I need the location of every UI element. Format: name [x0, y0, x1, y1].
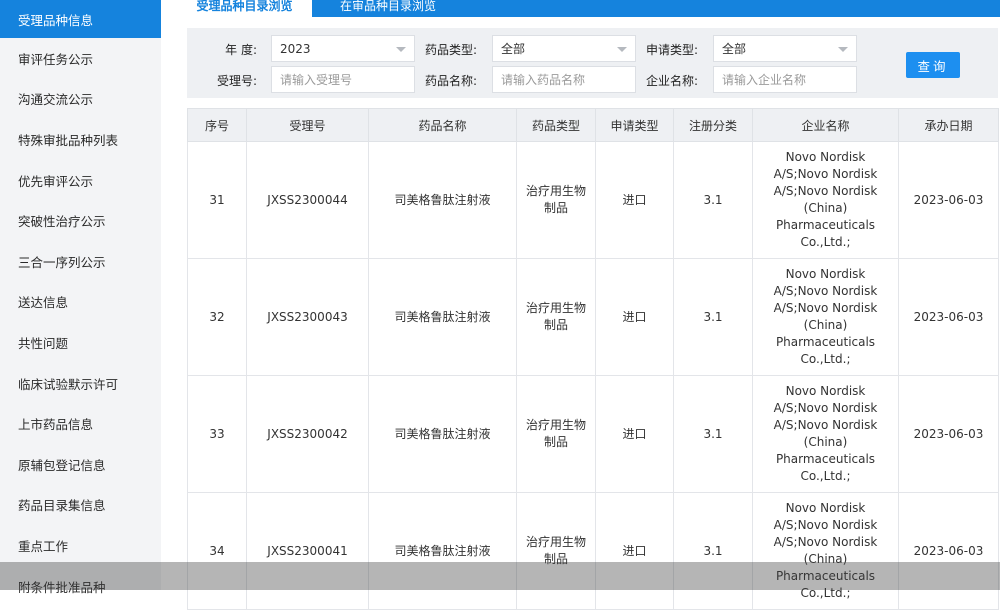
sidebar-item-special-approval[interactable]: 特殊审批品种列表: [0, 119, 161, 160]
sidebar-item-priority-review[interactable]: 优先审评公示: [0, 160, 161, 201]
cell-no: 33: [187, 375, 247, 493]
table-row[interactable]: 33 JXSS2300042 司美格鲁肽注射液 治疗用生物制品 进口 3.1 N…: [187, 375, 999, 493]
cell-date: 2023-06-03: [898, 141, 999, 259]
sidebar-item-breakthrough-therapy[interactable]: 突破性治疗公示: [0, 200, 161, 241]
table-row[interactable]: 34 JXSS2300041 司美格鲁肽注射液 治疗用生物制品 进口 3.1 N…: [187, 492, 999, 610]
query-button[interactable]: 查询: [906, 52, 960, 78]
cell-drug-type: 治疗用生物制品: [516, 258, 596, 376]
company-label: 企业名称:: [645, 74, 698, 88]
cell-accept-no: JXSS2300044: [246, 141, 369, 259]
sidebar-item-delivery-info[interactable]: 送达信息: [0, 282, 161, 323]
cell-reg-class: 3.1: [673, 258, 753, 376]
cell-accept-no: JXSS2300041: [246, 492, 369, 610]
col-header-reg-class[interactable]: 注册分类: [673, 108, 753, 142]
sidebar-item-review-tasks[interactable]: 审评任务公示: [0, 38, 161, 79]
cell-drug-type: 治疗用生物制品: [516, 492, 596, 610]
accept-no-label: 受理号:: [216, 74, 257, 88]
tab-bar: 受理品种目录浏览 在审品种目录浏览: [177, 0, 1000, 17]
tab-accepted-catalog[interactable]: 受理品种目录浏览: [177, 0, 312, 17]
cell-apply-type: 进口: [595, 141, 674, 259]
results-table: 序号 受理号 药品名称 药品类型 申请类型 注册分类 企业名称 承办日期 31 …: [187, 108, 999, 610]
sidebar-item-excipient-registration[interactable]: 原辅包登记信息: [0, 444, 161, 485]
sidebar-item-three-in-one[interactable]: 三合一序列公示: [0, 241, 161, 282]
cell-date: 2023-06-03: [898, 375, 999, 493]
sidebar-item-common-issues[interactable]: 共性问题: [0, 322, 161, 363]
cell-drug-name: 司美格鲁肽注射液: [368, 258, 517, 376]
cell-company: Novo Nordisk A/S;Novo Nordisk A/S;Novo N…: [752, 492, 899, 610]
drug-type-select[interactable]: 全部: [492, 35, 636, 62]
col-header-accept-no[interactable]: 受理号: [246, 108, 369, 142]
cell-no: 34: [187, 492, 247, 610]
table-header-row: 序号 受理号 药品名称 药品类型 申请类型 注册分类 企业名称 承办日期: [187, 108, 999, 142]
filter-panel: 年 度: 2023 药品类型: 全部 申请类型: 全部 受理号: 请输入受理号 …: [187, 28, 998, 98]
col-header-company[interactable]: 企业名称: [752, 108, 899, 142]
apply-type-select[interactable]: 全部: [713, 35, 857, 62]
col-header-no[interactable]: 序号: [187, 108, 247, 142]
cell-drug-type: 治疗用生物制品: [516, 375, 596, 493]
tab-under-review-catalog[interactable]: 在审品种目录浏览: [340, 0, 436, 17]
apply-type-select-value: 全部: [722, 42, 747, 56]
cell-no: 31: [187, 141, 247, 259]
cell-reg-class: 3.1: [673, 375, 753, 493]
col-header-drug-name[interactable]: 药品名称: [368, 108, 517, 142]
apply-type-label: 申请类型:: [645, 43, 698, 57]
sidebar-item-drug-catalog[interactable]: 药品目录集信息: [0, 485, 161, 526]
cell-apply-type: 进口: [595, 258, 674, 376]
col-header-date[interactable]: 承办日期: [898, 108, 999, 142]
table-row[interactable]: 32 JXSS2300043 司美格鲁肽注射液 治疗用生物制品 进口 3.1 N…: [187, 258, 999, 376]
bottom-overlay-bar: [0, 562, 1000, 590]
col-header-apply-type[interactable]: 申请类型: [595, 108, 674, 142]
cell-drug-name: 司美格鲁肽注射液: [368, 141, 517, 259]
sidebar-nav: 受理品种信息 审评任务公示 沟通交流公示 特殊审批品种列表 优先审评公示 突破性…: [0, 0, 161, 595]
cell-date: 2023-06-03: [898, 492, 999, 610]
table-row[interactable]: 31 JXSS2300044 司美格鲁肽注射液 治疗用生物制品 进口 3.1 N…: [187, 141, 999, 259]
cell-reg-class: 3.1: [673, 141, 753, 259]
cell-accept-no: JXSS2300043: [246, 258, 369, 376]
cell-accept-no: JXSS2300042: [246, 375, 369, 493]
sidebar-item-clinical-trial-permit[interactable]: 临床试验默示许可: [0, 363, 161, 404]
drug-type-select-value: 全部: [501, 42, 526, 56]
chevron-down-icon: [617, 47, 627, 52]
drug-name-input[interactable]: 请输入药品名称: [492, 66, 636, 93]
company-input[interactable]: 请输入企业名称: [713, 66, 857, 93]
cell-date: 2023-06-03: [898, 258, 999, 376]
cell-company: Novo Nordisk A/S;Novo Nordisk A/S;Novo N…: [752, 141, 899, 259]
cell-drug-name: 司美格鲁肽注射液: [368, 492, 517, 610]
year-label: 年 度:: [225, 43, 257, 57]
cell-reg-class: 3.1: [673, 492, 753, 610]
drug-name-label: 药品名称:: [424, 74, 477, 88]
year-select-value: 2023: [280, 41, 311, 56]
sidebar-item-communication[interactable]: 沟通交流公示: [0, 79, 161, 120]
cell-drug-name: 司美格鲁肽注射液: [368, 375, 517, 493]
cell-apply-type: 进口: [595, 492, 674, 610]
main-content: 受理品种目录浏览 在审品种目录浏览 年 度: 2023 药品类型: 全部 申请类…: [177, 0, 1000, 610]
cell-apply-type: 进口: [595, 375, 674, 493]
cell-no: 32: [187, 258, 247, 376]
sidebar-item-key-work[interactable]: 重点工作: [0, 525, 161, 566]
chevron-down-icon: [838, 47, 848, 52]
cell-company: Novo Nordisk A/S;Novo Nordisk A/S;Novo N…: [752, 258, 899, 376]
drug-type-label: 药品类型:: [424, 43, 477, 57]
year-select[interactable]: 2023: [271, 35, 415, 62]
sidebar-item-marketed-drugs[interactable]: 上市药品信息: [0, 403, 161, 444]
cell-drug-type: 治疗用生物制品: [516, 141, 596, 259]
col-header-drug-type[interactable]: 药品类型: [516, 108, 596, 142]
accept-no-input[interactable]: 请输入受理号: [271, 66, 415, 93]
cell-company: Novo Nordisk A/S;Novo Nordisk A/S;Novo N…: [752, 375, 899, 493]
chevron-down-icon: [396, 47, 406, 52]
sidebar-item-accepted-varieties[interactable]: 受理品种信息: [0, 0, 161, 38]
